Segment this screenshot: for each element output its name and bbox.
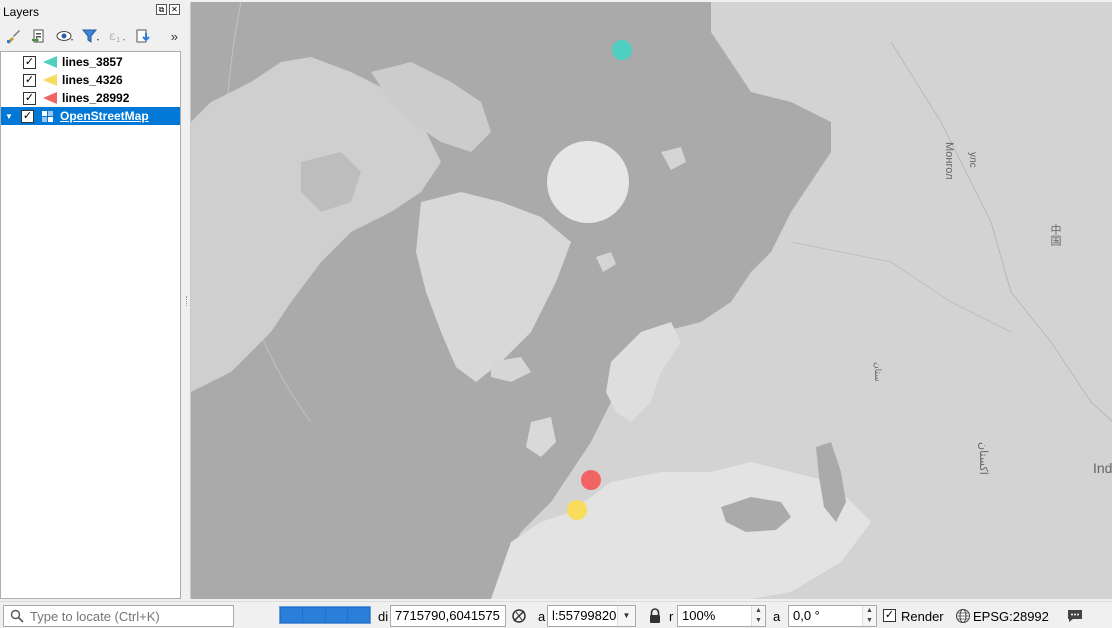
magnifier-value: 100% <box>682 608 716 623</box>
north-pole-marker <box>547 141 629 223</box>
rotation-spin-arrows-icon[interactable]: ▲ ▼ <box>862 606 876 626</box>
basemap-openstreetmap <box>191 2 1112 599</box>
scale-combobox[interactable]: l:55799820 ▼ <box>547 605 636 627</box>
coordinate-label: di <box>378 609 389 624</box>
map-label-uls: улс <box>967 152 978 168</box>
scale-value: l:55799820 <box>552 608 617 623</box>
layer-row-openstreetmap[interactable]: ▼ ✓ OpenStreetMap <box>1 107 180 125</box>
globe-crs-icon[interactable] <box>954 607 972 625</box>
close-panel-button[interactable]: ✕ <box>169 4 180 15</box>
layer-visibility-checkbox[interactable]: ✓ <box>23 55 36 69</box>
layer-visibility-checkbox[interactable]: ✓ <box>23 91 36 105</box>
layer-name: lines_3857 <box>62 55 123 69</box>
map-label-china: 中国 <box>1049 224 1061 246</box>
scale-dropdown-arrow-icon[interactable]: ▼ <box>617 606 635 626</box>
lock-scale-icon[interactable] <box>646 607 664 625</box>
locator-box[interactable] <box>3 605 234 627</box>
crs-button[interactable]: EPSG:28992 <box>973 609 1049 624</box>
map-label-stan: ستان <box>873 362 883 382</box>
scale-label: a <box>538 609 546 624</box>
expression-filter-icon[interactable]: ε1 <box>106 25 128 47</box>
map-label-india: Ind <box>1093 460 1112 476</box>
map-label-mongolia: Монгол <box>943 142 955 180</box>
visibility-eye-icon[interactable] <box>54 25 76 47</box>
render-checkbox[interactable]: ✓ <box>883 609 896 622</box>
svg-text:1: 1 <box>116 36 120 44</box>
panel-splitter[interactable] <box>186 296 188 306</box>
panel-title: Layers <box>3 5 40 19</box>
locator-input[interactable] <box>30 608 220 624</box>
svg-text:ε: ε <box>109 29 115 43</box>
rotation-spinbox[interactable]: 0,0 ° ▲ ▼ <box>788 605 877 627</box>
layer-row-lines-28992[interactable]: ✓ lines_28992 <box>1 89 180 107</box>
magnifier-spinbox[interactable]: 100% ▲ ▼ <box>677 605 766 627</box>
messages-icon[interactable] <box>1066 607 1084 625</box>
layers-panel: Layers ⧉ ✕ ε1 » ✓ lines_3857 ✓ lines_432… <box>0 0 184 602</box>
layer-row-lines-3857[interactable]: ✓ lines_3857 <box>1 53 180 71</box>
layer-visibility-checkbox[interactable]: ✓ <box>21 109 34 123</box>
map-canvas[interactable]: Монгол улс 中国 ستان اکستان Ind <box>190 2 1112 599</box>
layer-visibility-checkbox[interactable]: ✓ <box>23 73 36 87</box>
rotation-value: 0,0 ° <box>793 608 820 623</box>
layer-row-lines-4326[interactable]: ✓ lines_4326 <box>1 71 180 89</box>
render-progress-bar <box>279 606 371 624</box>
magnifier-label: r <box>669 609 674 624</box>
layer-name: lines_28992 <box>62 91 130 105</box>
line-layer-symbol-icon <box>43 74 57 86</box>
line-layer-symbol-icon <box>43 92 57 104</box>
panel-buttons: ⧉ ✕ <box>156 4 180 15</box>
style-brush-icon[interactable] <box>2 25 24 47</box>
layer-tree: ✓ lines_3857 ✓ lines_4326 ✓ lines_28992 … <box>0 51 181 599</box>
qgis-window: Layers ⧉ ✕ ε1 » ✓ lines_3857 ✓ lines_432… <box>0 0 1112 628</box>
status-bar: di 7715790,6041575 a l:55799820 ▼ r 100%… <box>0 601 1112 628</box>
magnifier-spin-arrows-icon[interactable]: ▲ ▼ <box>751 606 765 626</box>
more-tools-icon[interactable]: » <box>171 29 178 44</box>
collapse-arrow-icon[interactable]: ▼ <box>5 112 15 121</box>
layers-toolbar: ε1 » <box>2 24 182 48</box>
filter-icon[interactable] <box>80 25 102 47</box>
rotation-label: a <box>773 609 781 624</box>
float-panel-button[interactable]: ⧉ <box>156 4 167 15</box>
lines-3857-feature[interactable] <box>612 40 632 60</box>
layer-name: lines_4326 <box>62 73 123 87</box>
render-label: Render <box>901 609 944 624</box>
lines-28992-feature[interactable] <box>581 470 601 490</box>
search-icon <box>10 609 24 623</box>
extents-toggle-icon[interactable] <box>510 607 528 625</box>
expand-all-icon[interactable] <box>132 25 154 47</box>
coordinate-field[interactable]: 7715790,6041575 <box>390 605 506 627</box>
line-layer-symbol-icon <box>43 56 57 68</box>
map-label-pakistan: اکستان <box>977 442 989 475</box>
lines-4326-feature[interactable] <box>567 500 587 520</box>
raster-tile-layer-icon <box>42 111 53 122</box>
layer-name: OpenStreetMap <box>60 109 149 123</box>
add-group-icon[interactable] <box>28 25 50 47</box>
